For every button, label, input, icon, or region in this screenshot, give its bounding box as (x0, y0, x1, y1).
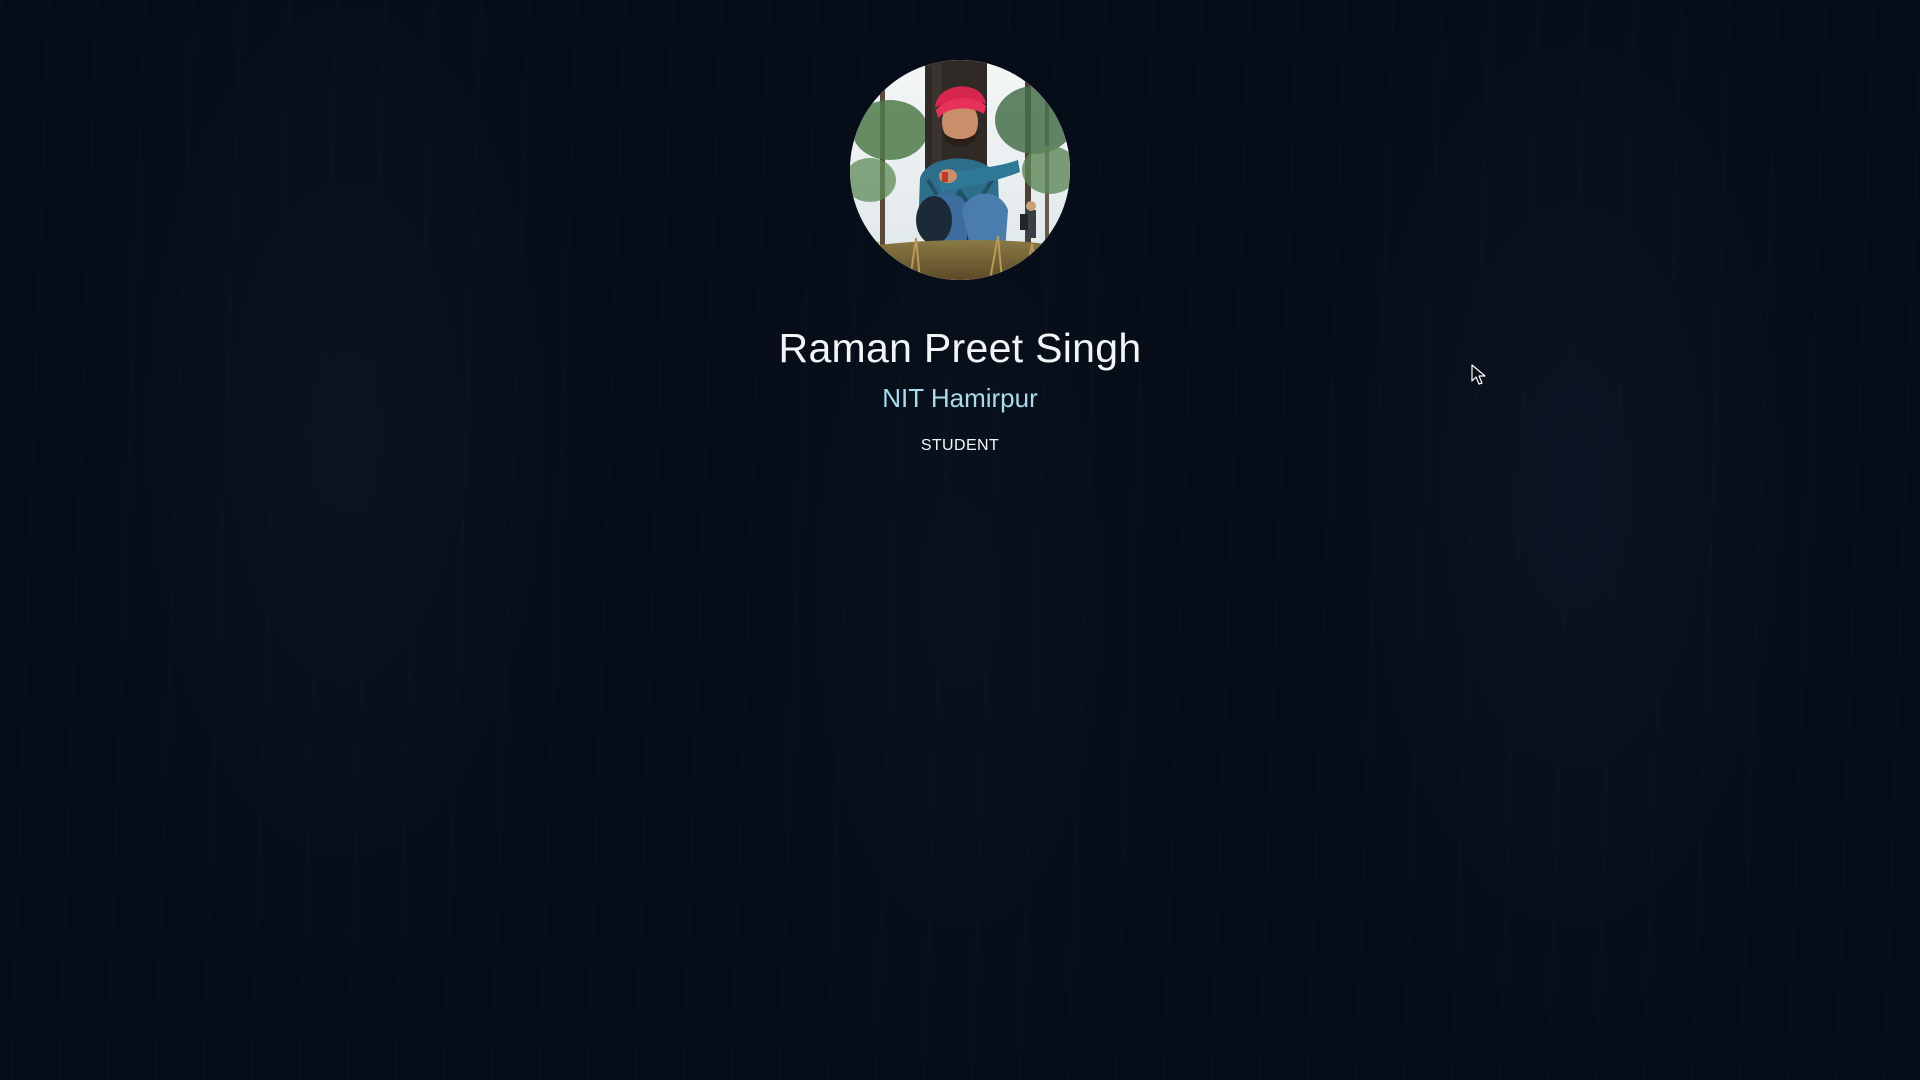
mouse-pointer-icon (1471, 364, 1486, 385)
profile-institute: NIT Hamirpur (882, 383, 1038, 413)
profile-name: Raman Preet Singh (778, 325, 1142, 371)
profile-card: Raman Preet Singh NIT Hamirpur STUDENT (0, 0, 1920, 456)
avatar (850, 60, 1070, 280)
profile-role: STUDENT (920, 437, 1000, 454)
profile-photo-image (850, 60, 1070, 280)
